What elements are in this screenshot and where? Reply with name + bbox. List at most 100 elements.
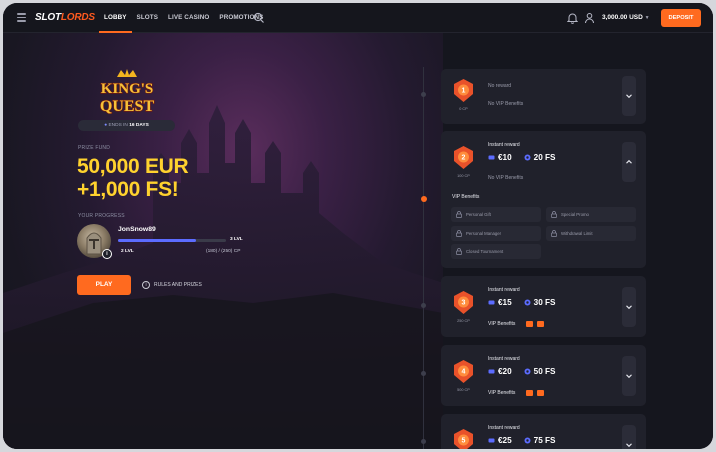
- bell-icon[interactable]: [567, 12, 578, 24]
- level-badge: 1: [454, 79, 473, 102]
- vip-tile: Withdrawal Limit: [546, 226, 636, 241]
- level-badge: 2: [454, 146, 473, 169]
- info-icon[interactable]: i: [102, 249, 112, 259]
- lock-icon: [456, 211, 462, 218]
- level-card-4[interactable]: 4 500 CP Instant reward €20 50 FS VIP Be…: [441, 345, 646, 406]
- spin-icon: [524, 368, 531, 375]
- level-card-5[interactable]: 5 Instant reward €25 75 FS: [441, 414, 646, 449]
- gift-icon: [526, 390, 534, 396]
- lock-icon: [551, 211, 557, 218]
- level-cp: 250 CP: [457, 319, 470, 323]
- vip-tile: Closed Tournament: [451, 244, 541, 259]
- spin-icon: [524, 299, 531, 306]
- cash-icon: [488, 300, 495, 305]
- chevron-down-icon: [626, 305, 632, 310]
- deposit-button[interactable]: DEPOSIT: [661, 9, 701, 27]
- menu-icon[interactable]: [17, 13, 26, 22]
- reward-label: Instant reward: [488, 356, 520, 362]
- expand-button[interactable]: [622, 287, 636, 327]
- svg-text:5: 5: [462, 438, 466, 445]
- expand-button[interactable]: [622, 356, 636, 396]
- current-level: 2 LVL: [121, 249, 134, 254]
- svg-text:KING'S: KING'S: [101, 81, 154, 97]
- vip-text: No VIP Benefits: [488, 175, 524, 181]
- vip-benefits-row: VIP Benefits: [488, 321, 545, 327]
- expand-button[interactable]: [622, 76, 636, 116]
- level-badge: 4: [454, 360, 473, 383]
- reward-row: €15 30 FS: [488, 298, 556, 307]
- username: JonSnow89: [118, 226, 156, 233]
- nav-live-casino[interactable]: LIVE CASINO: [163, 3, 214, 33]
- search-icon[interactable]: [253, 12, 265, 24]
- vip-text: No VIP Benefits: [488, 101, 524, 107]
- vip-tile: Personal Gift: [451, 207, 541, 222]
- site-logo[interactable]: SLOTLORDS: [35, 12, 95, 23]
- prize-amount: 50,000 EUR: [77, 155, 189, 178]
- chevron-down-icon: [626, 94, 632, 99]
- reward-label: Instant reward: [488, 142, 520, 148]
- level-cp: 500 CP: [457, 388, 470, 392]
- svg-text:QUEST: QUEST: [100, 98, 155, 115]
- reward-label: Instant reward: [488, 425, 520, 431]
- crown-icon: [537, 321, 545, 327]
- reward-row: €20 50 FS: [488, 367, 556, 376]
- user-icon[interactable]: [584, 12, 595, 24]
- vip-benefits-title: VIP Benefits: [452, 194, 480, 200]
- vip-tile: Personal Manager: [451, 226, 541, 241]
- chevron-down-icon: ▼: [644, 15, 650, 21]
- vip-benefits-row: VIP Benefits: [488, 390, 545, 396]
- nav-slots[interactable]: SLOTS: [132, 3, 164, 33]
- reward-text: No reward: [488, 83, 512, 89]
- level-card-3[interactable]: 3 250 CP Instant reward €15 30 FS VIP Be…: [441, 276, 646, 337]
- kings-quest-logo: KING'S QUEST: [99, 69, 155, 116]
- svg-text:1: 1: [462, 88, 466, 95]
- chevron-up-icon: [626, 159, 632, 164]
- timeline-line: [423, 67, 424, 449]
- lock-icon: [456, 248, 462, 255]
- promo-hero: KING'S QUEST ● ENDS IN 16 DAYS PRIZE FUN…: [3, 33, 443, 449]
- prize-free-spins: +1,000 FS!: [77, 178, 179, 201]
- next-level: 3 LVL: [230, 237, 243, 242]
- level-badge: 3: [454, 291, 473, 314]
- gift-icon: [526, 321, 534, 327]
- main-nav: LOBBY SLOTS LIVE CASINO PROMOTIONS: [99, 3, 268, 33]
- timeline-dot: [421, 439, 426, 444]
- level-cp: 0 CP: [459, 107, 468, 111]
- play-button[interactable]: PLAY: [77, 275, 131, 295]
- balance-selector[interactable]: 3,000.00 USD ▼: [602, 14, 650, 21]
- reward-label: Instant reward: [488, 287, 520, 293]
- spin-icon: [524, 154, 531, 161]
- vip-tile: Special Promo: [546, 207, 636, 222]
- timeline-dot-active: [420, 196, 427, 202]
- nav-lobby[interactable]: LOBBY: [99, 3, 132, 33]
- svg-text:2: 2: [462, 155, 466, 162]
- level-card-2[interactable]: 2 100 CP Instant reward €10 20 FS No VIP…: [441, 131, 646, 268]
- app-window: SLOTLORDS LOBBY SLOTS LIVE CASINO PROMOT…: [3, 3, 713, 449]
- progress-label: YOUR PROGRESS: [78, 213, 125, 219]
- expand-button[interactable]: [622, 425, 636, 449]
- info-circle-icon: i: [142, 281, 150, 289]
- cp-progress: (180) / (250) CP: [206, 249, 241, 254]
- rules-link[interactable]: i RULES AND PRIZES: [142, 281, 202, 289]
- chevron-down-icon: [626, 443, 632, 448]
- ends-in-pill: ● ENDS IN 16 DAYS: [78, 120, 175, 131]
- svg-text:3: 3: [462, 300, 466, 307]
- level-cp: 100 CP: [457, 174, 470, 178]
- level-card-1[interactable]: 1 0 CP No reward No VIP Benefits: [441, 69, 646, 124]
- timeline-dot: [421, 371, 426, 376]
- cash-icon: [488, 155, 495, 160]
- timeline-dot: [421, 92, 426, 97]
- collapse-button[interactable]: [622, 142, 636, 182]
- chevron-down-icon: [626, 374, 632, 379]
- spin-icon: [524, 437, 531, 444]
- timeline-dot: [421, 303, 426, 308]
- top-bar: SLOTLORDS LOBBY SLOTS LIVE CASINO PROMOT…: [3, 3, 713, 33]
- lock-icon: [456, 230, 462, 237]
- level-badge: 5: [454, 429, 473, 449]
- progress-fill: [118, 239, 196, 242]
- reward-row: €10 20 FS: [488, 153, 556, 162]
- cash-icon: [488, 369, 495, 374]
- lock-icon: [551, 230, 557, 237]
- cash-icon: [488, 438, 495, 443]
- prize-fund-label: PRIZE FUND: [78, 145, 110, 151]
